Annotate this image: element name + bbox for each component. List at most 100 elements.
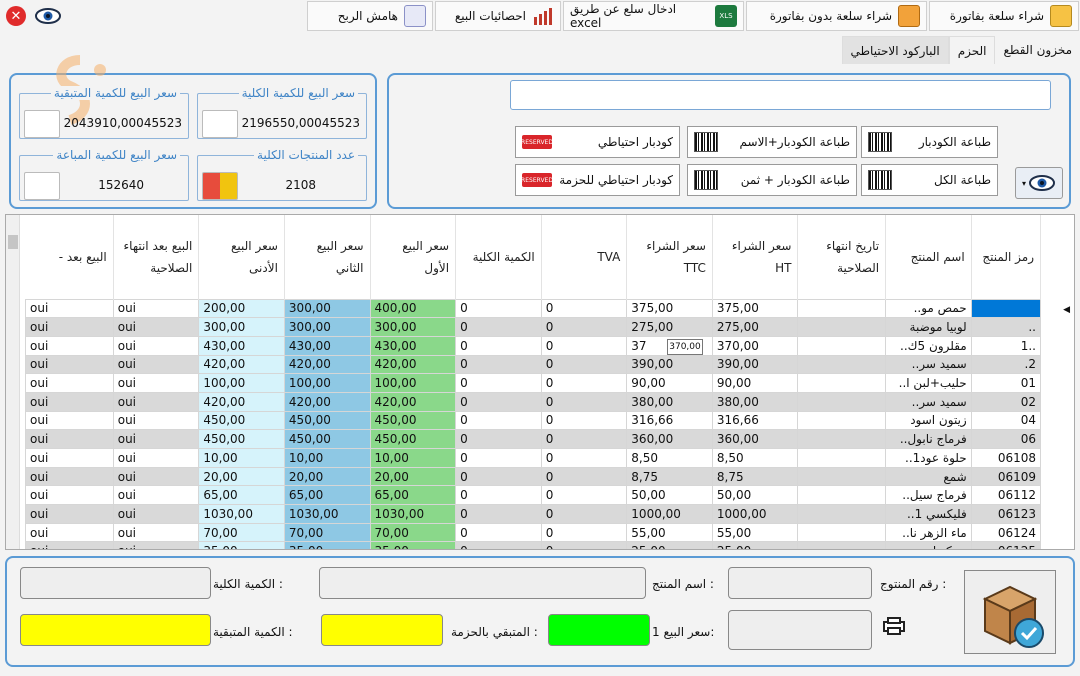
table-cell[interactable]: 8,75 <box>711 466 799 487</box>
product-name-field[interactable] <box>319 567 646 599</box>
table-cell[interactable]: 0 <box>455 354 542 375</box>
table-cell[interactable]: 0 <box>540 485 628 506</box>
table-cell[interactable]: 0 <box>455 541 542 549</box>
table-cell[interactable]: 8,75 <box>626 466 713 487</box>
table-cell[interactable]: oui <box>25 504 114 524</box>
table-cell[interactable]: 0 <box>455 522 542 543</box>
table-cell[interactable]: 02 <box>970 391 1042 412</box>
table-cell[interactable]: 50,00 <box>711 485 799 506</box>
reserve-barcode-pack-button[interactable]: RESERVED كودبار احتياطي للحزمة <box>515 164 680 196</box>
search-input[interactable] <box>510 80 1051 110</box>
table-cell[interactable]: 450,00 <box>369 410 457 431</box>
table-cell[interactable]: 0 <box>455 410 542 431</box>
table-cell[interactable]: 8,50 <box>711 448 799 468</box>
table-cell[interactable]: 275,00 <box>711 317 799 337</box>
column-header[interactable]: رمز المنتج <box>971 215 1042 299</box>
table-cell[interactable]: oui <box>25 485 114 506</box>
table-cell[interactable]: فرماج نابول.. <box>885 429 972 449</box>
table-cell[interactable]: ..1 <box>970 335 1042 356</box>
table-cell[interactable]: 0 <box>455 466 542 487</box>
table-cell[interactable]: حليب+لبن ا.. <box>885 373 972 393</box>
buy-with-invoice-button[interactable]: شراء سلعة بفاتورة <box>929 1 1079 31</box>
table-cell[interactable]: 390,00 <box>711 354 799 375</box>
table-cell[interactable]: oui <box>112 485 200 506</box>
close-icon[interactable]: ✕ <box>6 6 26 26</box>
table-cell[interactable]: 375,00 <box>626 298 713 319</box>
table-cell[interactable]: 420,00 <box>283 354 371 375</box>
table-cell[interactable]: 01 <box>970 373 1042 393</box>
table-cell[interactable]: 300,00 <box>283 317 371 337</box>
table-cell[interactable] <box>797 335 887 356</box>
table-cell[interactable]: 1030,00 <box>198 504 285 524</box>
table-cell[interactable]: 420,00 <box>283 391 371 412</box>
table-cell[interactable]: oui <box>25 429 114 449</box>
table-cell[interactable]: حمص مو.. <box>885 298 972 319</box>
table-cell[interactable]: 420,00 <box>198 354 285 375</box>
product-code-field[interactable] <box>728 567 872 599</box>
products-grid[interactable]: رمز المنتج اسم المنتج تاريخ انتهاء الصلاحي… <box>5 214 1075 550</box>
table-cell[interactable]: يسكوتات.. <box>885 541 972 549</box>
table-cell[interactable]: 20,00 <box>198 466 285 487</box>
table-cell[interactable]: oui <box>112 448 200 468</box>
table-cell[interactable]: سميد سر.. <box>885 391 972 412</box>
table-cell[interactable]: 100,00 <box>369 373 457 393</box>
sales-stats-button[interactable]: احصائيات البيع <box>435 1 561 31</box>
tab-packs[interactable]: الحزم <box>948 36 996 64</box>
table-cell[interactable]: 370,00 <box>711 335 799 356</box>
table-cell[interactable]: 420,00 <box>198 391 285 412</box>
table-cell[interactable]: 35,00 <box>369 541 457 549</box>
table-cell[interactable]: 420,00 <box>369 354 457 375</box>
table-cell[interactable]: 0 <box>540 354 628 375</box>
table-cell[interactable]: 1000,00 <box>711 504 799 524</box>
table-cell[interactable]: 0 <box>540 504 628 524</box>
visibility-toggle-button[interactable]: ▾ <box>1015 167 1063 199</box>
print-barcode-name-button[interactable]: طباعة الكودبار+الاسم <box>687 126 857 158</box>
table-cell[interactable]: 450,00 <box>198 429 285 449</box>
table-cell[interactable]: oui <box>25 335 114 356</box>
table-cell[interactable]: 0 <box>540 335 628 356</box>
total-quantity-field[interactable] <box>20 567 211 599</box>
table-cell[interactable]: 65,00 <box>198 485 285 506</box>
table-cell[interactable]: 450,00 <box>283 429 371 449</box>
table-cell[interactable]: 0 <box>540 541 628 549</box>
table-cell[interactable]: 0 <box>540 522 628 543</box>
column-header[interactable]: سعر الشراء TTC <box>626 215 713 299</box>
table-cell[interactable]: 1030,00 <box>369 504 457 524</box>
profit-margin-button[interactable]: هامش الربح <box>307 1 433 31</box>
table-cell[interactable]: oui <box>25 354 114 375</box>
table-cell[interactable]: 450,00 <box>283 410 371 431</box>
table-cell[interactable]: 06125 <box>970 541 1042 549</box>
table-cell[interactable]: oui <box>25 466 114 487</box>
table-cell[interactable]: 380,00 <box>626 391 713 412</box>
table-cell[interactable]: 70,00 <box>198 522 285 543</box>
table-cell[interactable]: 1030,00 <box>283 504 371 524</box>
column-header[interactable]: البيع بعد - <box>25 215 114 299</box>
table-row[interactable]: 06 فرماج نابول.. 360,00 360,00 0 0 450,00 450,0… <box>25 429 1042 449</box>
table-cell[interactable]: 360,00 <box>711 429 799 449</box>
table-cell[interactable]: 65,00 <box>283 485 371 506</box>
scrollbar-thumb[interactable] <box>8 235 18 249</box>
column-header[interactable]: TVA <box>541 215 628 299</box>
table-row[interactable]: ..1 مقلرون 5ك.. 370,00 37 0 0 430,00 430,00 430,… <box>25 335 1042 356</box>
table-cell[interactable]: 380,00 <box>711 391 799 412</box>
table-cell[interactable]: 0 <box>455 448 542 468</box>
table-cell[interactable]: مقلرون 5ك.. <box>885 335 972 356</box>
table-cell[interactable]: 100,00 <box>283 373 371 393</box>
eye-icon[interactable] <box>34 5 62 27</box>
table-cell[interactable]: فليكسي 1.. <box>885 504 972 524</box>
table-cell[interactable]: 450,00 <box>198 410 285 431</box>
buy-without-invoice-button[interactable]: شراء سلعة بدون بفاتورة <box>746 1 927 31</box>
table-cell[interactable]: 430,00 <box>198 335 285 356</box>
table-cell[interactable]: 06123 <box>970 504 1042 524</box>
table-cell[interactable]: 25,00 <box>626 541 713 549</box>
table-cell[interactable]: oui <box>112 541 200 549</box>
table-cell[interactable]: 0 <box>455 391 542 412</box>
table-cell[interactable]: 300,00 <box>283 298 371 319</box>
pack-remaining-field[interactable] <box>321 614 443 646</box>
table-cell[interactable] <box>970 298 1042 319</box>
table-cell[interactable]: oui <box>112 522 200 543</box>
table-cell[interactable] <box>797 485 887 506</box>
table-cell[interactable]: 55,00 <box>711 522 799 543</box>
table-cell[interactable]: 420,00 <box>369 391 457 412</box>
table-cell[interactable]: 0 <box>455 298 542 319</box>
